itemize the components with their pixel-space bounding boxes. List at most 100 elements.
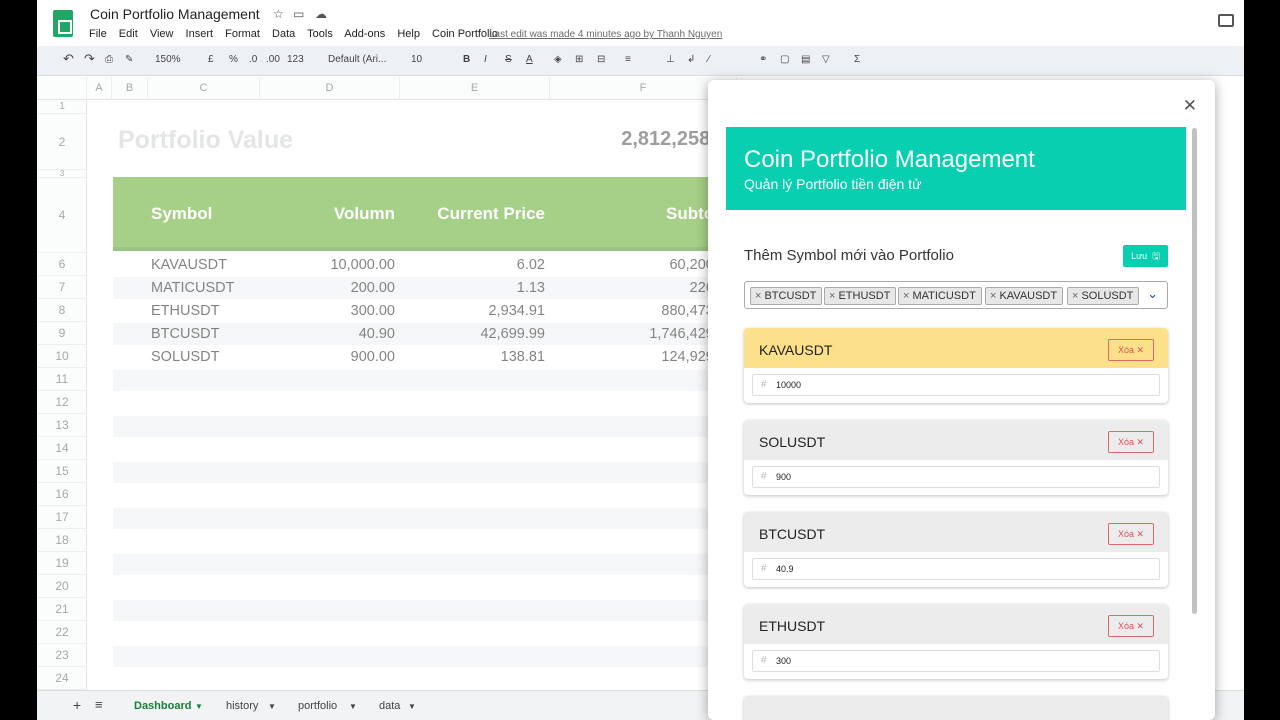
print-icon[interactable]: ⎙ bbox=[105, 54, 113, 65]
tab-data[interactable]: data bbox=[379, 700, 400, 712]
card-header: ETHUSDT Xóa ✕ bbox=[744, 604, 1168, 644]
font-select[interactable]: Default (Ari... bbox=[328, 54, 386, 65]
move-folder-icon[interactable]: ▭ bbox=[293, 7, 304, 21]
percent-format-button[interactable]: % bbox=[229, 54, 238, 65]
dialog-scrollbar[interactable] bbox=[1192, 128, 1197, 614]
document-title[interactable]: Coin Portfolio Management bbox=[90, 6, 260, 22]
menu-file[interactable]: File bbox=[89, 28, 107, 40]
more-formats-select[interactable]: 123 bbox=[287, 54, 304, 65]
volume-input[interactable]: # 900 bbox=[752, 466, 1160, 488]
card-symbol: ETHUSDT bbox=[759, 618, 826, 634]
vertical-align-icon[interactable]: ⊥ bbox=[666, 54, 675, 65]
chevron-down-icon[interactable]: ⌄ bbox=[1147, 286, 1158, 302]
strikethrough-icon[interactable]: S bbox=[505, 54, 512, 65]
tab-history[interactable]: history bbox=[226, 700, 258, 712]
menu-format[interactable]: Format bbox=[225, 28, 260, 40]
save-button[interactable]: Lưu 🖫 bbox=[1123, 245, 1168, 267]
tab-portfolio-caret-icon[interactable]: ▼ bbox=[349, 702, 357, 711]
dialog-banner: Coin Portfolio Management Quản lý Portfo… bbox=[726, 127, 1186, 210]
tab-dashboard-caret-icon[interactable]: ▼ bbox=[195, 702, 203, 711]
decrease-decimal-button[interactable]: .0 bbox=[249, 54, 257, 65]
menu-addons[interactable]: Add-ons bbox=[344, 28, 385, 40]
horizontal-align-icon[interactable]: ≡ bbox=[625, 54, 631, 65]
symbol-chip[interactable]: × KAVAUSDT bbox=[985, 287, 1064, 305]
filter-icon[interactable]: ▽ bbox=[822, 54, 830, 65]
tab-dashboard[interactable]: Dashboard bbox=[134, 700, 191, 712]
undo-icon[interactable]: ↶ bbox=[63, 51, 74, 67]
chip-remove-icon[interactable]: × bbox=[829, 290, 835, 302]
menu-help[interactable]: Help bbox=[397, 28, 420, 40]
sheets-logo-icon bbox=[53, 10, 73, 37]
portfolio-card: BTCUSDT Xóa ✕ # 40.9 bbox=[744, 512, 1168, 587]
last-edit-link[interactable]: Last edit was made 4 minutes ago by Than… bbox=[489, 29, 722, 40]
comment-history-icon[interactable] bbox=[1218, 14, 1234, 27]
chip-remove-icon[interactable]: × bbox=[755, 290, 761, 302]
insert-comment-icon[interactable]: ▢ bbox=[780, 54, 789, 65]
symbol-multiselect[interactable]: × BTCUSDT × ETHUSDT × MATICUSDT × KAVAUSDT ×… bbox=[744, 281, 1168, 309]
hash-icon: # bbox=[761, 379, 767, 390]
volume-input[interactable]: # 10000 bbox=[752, 374, 1160, 396]
menu-edit[interactable]: Edit bbox=[119, 28, 138, 40]
delete-button[interactable]: Xóa ✕ bbox=[1108, 431, 1154, 453]
symbol-chip[interactable]: × ETHUSDT bbox=[824, 287, 897, 305]
menu-view[interactable]: View bbox=[150, 28, 174, 40]
symbol-chip[interactable]: × SOLUSDT bbox=[1067, 287, 1140, 305]
toolbar: ↶ ↷ ⎙ ✎ 150% £ % .0 .00 123 Default (Ari… bbox=[37, 46, 1244, 76]
functions-icon[interactable]: Σ bbox=[854, 54, 860, 65]
portfolio-card-partial bbox=[744, 696, 1168, 720]
volume-value[interactable]: 40.9 bbox=[776, 559, 794, 579]
card-header: BTCUSDT Xóa ✕ bbox=[744, 512, 1168, 552]
portfolio-card: SOLUSDT Xóa ✕ # 900 bbox=[744, 420, 1168, 495]
zoom-select[interactable]: 150% bbox=[155, 54, 181, 65]
insert-chart-icon[interactable]: ▤ bbox=[801, 54, 810, 65]
menu-insert[interactable]: Insert bbox=[186, 28, 214, 40]
insert-link-icon[interactable]: ⚭ bbox=[759, 54, 767, 65]
tab-portfolio[interactable]: portfolio bbox=[298, 700, 337, 712]
menu-tools[interactable]: Tools bbox=[307, 28, 333, 40]
increase-decimal-button[interactable]: .00 bbox=[266, 54, 280, 65]
portfolio-card: KAVAUSDT Xóa ✕ # 10000 bbox=[744, 328, 1168, 403]
borders-icon[interactable]: ⊞ bbox=[575, 54, 583, 65]
dialog-subtitle: Quản lý Portfolio tiền điện tử bbox=[744, 176, 922, 192]
redo-icon[interactable]: ↷ bbox=[84, 51, 95, 67]
paint-format-icon[interactable]: ✎ bbox=[125, 54, 133, 65]
delete-button[interactable]: Xóa ✕ bbox=[1108, 615, 1154, 637]
chip-remove-icon[interactable]: × bbox=[903, 290, 909, 302]
volume-value[interactable]: 10000 bbox=[776, 375, 801, 395]
delete-button[interactable]: Xóa ✕ bbox=[1108, 339, 1154, 361]
menu-data[interactable]: Data bbox=[272, 28, 295, 40]
tab-data-caret-icon[interactable]: ▼ bbox=[408, 702, 416, 711]
add-sheet-icon[interactable]: + bbox=[73, 697, 81, 713]
delete-button[interactable]: Xóa ✕ bbox=[1108, 523, 1154, 545]
app-header: Coin Portfolio Management ☆ ▭ ☁ File Edi… bbox=[37, 0, 1244, 46]
text-rotate-icon[interactable]: ⁄ bbox=[708, 54, 710, 65]
star-icon[interactable]: ☆ bbox=[273, 7, 284, 21]
volume-input[interactable]: # 300 bbox=[752, 650, 1160, 672]
fill-color-icon[interactable]: ◈ bbox=[554, 54, 562, 65]
volume-value[interactable]: 300 bbox=[776, 651, 791, 671]
merge-cells-icon[interactable]: ⊟ bbox=[597, 54, 605, 65]
close-icon[interactable]: ✕ bbox=[1183, 96, 1197, 116]
volume-input[interactable]: # 40.9 bbox=[752, 558, 1160, 580]
symbol-chip[interactable]: × MATICUSDT bbox=[898, 287, 982, 305]
text-wrap-icon[interactable]: ↲ bbox=[687, 54, 695, 65]
symbol-chip[interactable]: × BTCUSDT bbox=[750, 287, 823, 305]
chip-remove-icon[interactable]: × bbox=[990, 290, 996, 302]
volume-value[interactable]: 900 bbox=[776, 467, 791, 487]
currency-format-button[interactable]: £ bbox=[208, 54, 214, 65]
portfolio-card: ETHUSDT Xóa ✕ # 300 bbox=[744, 604, 1168, 679]
font-size-select[interactable]: 10 bbox=[411, 54, 422, 65]
chip-remove-icon[interactable]: × bbox=[1072, 290, 1078, 302]
portfolio-dialog: ✕ Coin Portfolio Management Quản lý Port… bbox=[708, 80, 1215, 720]
text-color-icon[interactable]: A bbox=[526, 54, 533, 65]
tab-history-caret-icon[interactable]: ▼ bbox=[268, 702, 276, 711]
save-label: Lưu bbox=[1131, 251, 1148, 261]
card-symbol: BTCUSDT bbox=[759, 526, 826, 542]
italic-icon[interactable]: I bbox=[484, 54, 487, 65]
save-icon: 🖫 bbox=[1149, 251, 1160, 261]
all-sheets-icon[interactable]: ≡ bbox=[95, 697, 103, 712]
cloud-status-icon: ☁ bbox=[315, 7, 327, 21]
hash-icon: # bbox=[761, 471, 767, 482]
card-symbol: SOLUSDT bbox=[759, 434, 826, 450]
bold-icon[interactable]: B bbox=[463, 54, 470, 65]
